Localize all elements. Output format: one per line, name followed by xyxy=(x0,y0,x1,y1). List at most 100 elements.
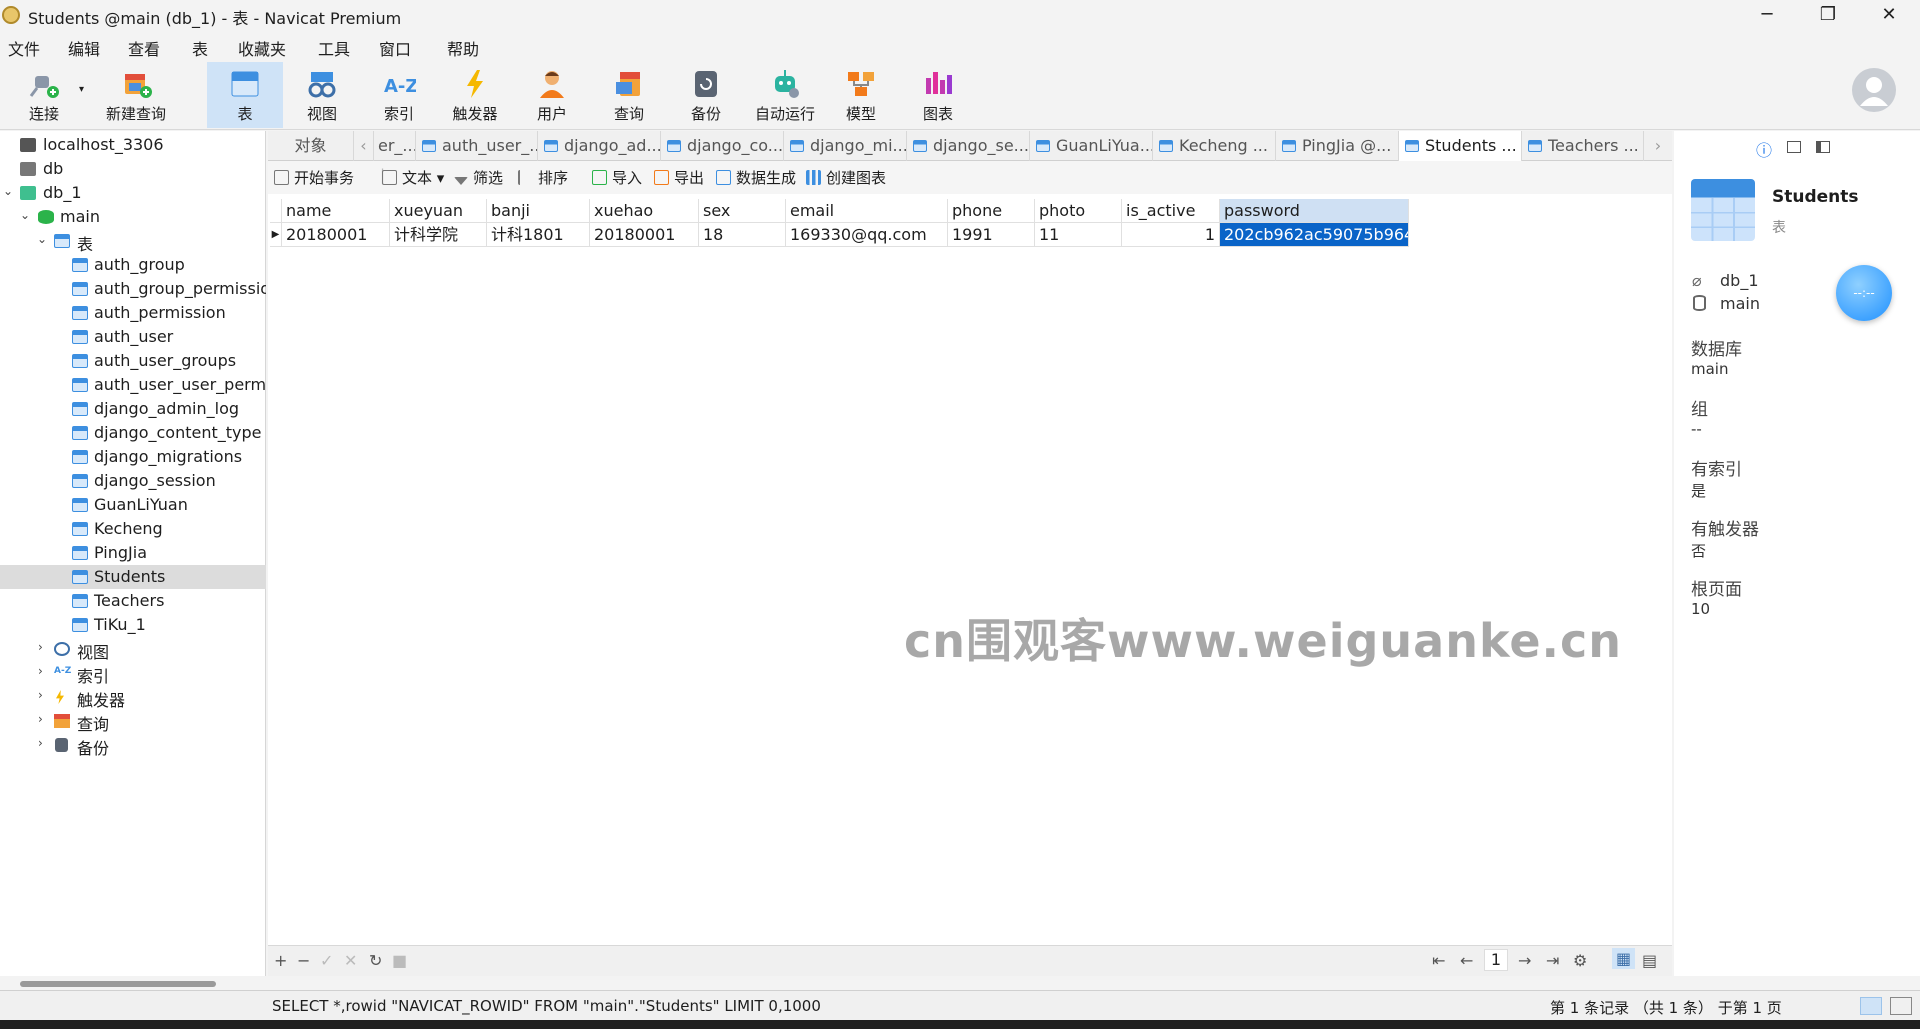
cell-xuehao[interactable]: 20180001 xyxy=(590,223,699,247)
cell-phone[interactable]: 1991 xyxy=(948,223,1035,247)
cell-photo[interactable]: 11 xyxy=(1035,223,1122,247)
chevron-right-icon[interactable]: › xyxy=(38,664,43,678)
toolbar-trigger-button[interactable]: 触发器 xyxy=(437,62,513,128)
text-mode-button[interactable]: 文本 ▾ xyxy=(382,167,444,188)
tree-item-django-session[interactable]: django_session xyxy=(0,469,266,493)
toolbar-view-button[interactable]: 视图 xyxy=(284,62,360,128)
minimize-button[interactable]: ─ xyxy=(1744,0,1790,30)
chevron-down-icon[interactable]: ⌄ xyxy=(37,232,47,246)
column-header-xueyuan[interactable]: xueyuan xyxy=(390,199,487,223)
toolbar-query-button[interactable]: 查询 xyxy=(591,62,667,128)
toolbar-automation-button[interactable]: 自动运行 xyxy=(745,62,825,128)
tree-item-students[interactable]: Students xyxy=(0,565,266,589)
menu-table[interactable]: 表 xyxy=(192,36,208,60)
delete-record-button[interactable]: − xyxy=(297,951,310,970)
tree-item-kecheng[interactable]: Kecheng xyxy=(0,517,266,541)
chevron-down-icon[interactable]: ⌄ xyxy=(20,208,30,222)
toolbar-backup-button[interactable]: 备份 xyxy=(668,62,744,128)
tree-item-views[interactable]: › 视图 xyxy=(0,637,266,661)
info-tab-icon[interactable]: ⓘ xyxy=(1756,137,1772,161)
column-header-is-active[interactable]: is_active xyxy=(1122,199,1220,223)
column-header-email[interactable]: email xyxy=(786,199,948,223)
tree-item-main[interactable]: ⌄ main xyxy=(0,205,266,229)
tab-django-admin[interactable]: django_ad... xyxy=(538,131,661,161)
ddl-tab-icon[interactable] xyxy=(1787,141,1801,153)
toolbar-user-button[interactable]: 用户 xyxy=(514,62,590,128)
tab-scroll-right-icon[interactable]: › xyxy=(1648,131,1668,161)
previous-page-button[interactable]: ← xyxy=(1460,951,1473,970)
sort-button[interactable]: 排序 xyxy=(518,167,568,188)
cell-banji[interactable]: 计科1801 xyxy=(487,223,590,247)
column-header-password[interactable]: password xyxy=(1220,199,1409,223)
column-header-photo[interactable]: photo xyxy=(1035,199,1122,223)
create-chart-button[interactable]: 创建图表 xyxy=(806,167,886,188)
tree-item-auth-permission[interactable]: auth_permission xyxy=(0,301,266,325)
chevron-right-icon[interactable]: › xyxy=(38,712,43,726)
next-page-button[interactable]: → xyxy=(1518,951,1531,970)
tab-students[interactable]: Students ... xyxy=(1399,131,1522,161)
tree-item-auth-group[interactable]: auth_group xyxy=(0,253,266,277)
tree-item-django-migrations[interactable]: django_migrations xyxy=(0,445,266,469)
cell-email[interactable]: 169330@qq.com xyxy=(786,223,948,247)
tab-objects[interactable]: 对象 xyxy=(268,131,354,161)
last-page-button[interactable]: ⇥ xyxy=(1546,951,1559,970)
tree-item-auth-group-permission[interactable]: auth_group_permission xyxy=(0,277,266,301)
column-header-sex[interactable]: sex xyxy=(699,199,786,223)
add-record-button[interactable]: + xyxy=(274,951,287,970)
refresh-button[interactable]: ↻ xyxy=(369,951,382,970)
tab-pingjia[interactable]: PingJia @... xyxy=(1276,131,1399,161)
tree-item-triggers[interactable]: › 触发器 xyxy=(0,685,266,709)
tab-scroll-left-icon[interactable]: ‹ xyxy=(354,131,374,161)
apply-changes-button[interactable]: ✓ xyxy=(320,951,333,970)
chevron-right-icon[interactable]: › xyxy=(38,688,43,702)
tree-item-db[interactable]: db xyxy=(0,157,266,181)
preview-tab-icon[interactable] xyxy=(1816,141,1830,153)
new-query-button[interactable]: 新建查询 xyxy=(92,62,180,128)
chevron-down-icon[interactable]: ⌄ xyxy=(3,184,13,198)
chevron-right-icon[interactable]: › xyxy=(38,736,43,750)
tab-teachers[interactable]: Teachers ... xyxy=(1522,131,1644,161)
column-header-phone[interactable]: phone xyxy=(948,199,1035,223)
toggle-right-panel-icon[interactable] xyxy=(1890,997,1912,1015)
grid-view-button[interactable]: ▦ xyxy=(1612,948,1636,969)
stop-button[interactable]: ■ xyxy=(392,951,407,970)
tree-item-teachers[interactable]: Teachers xyxy=(0,589,266,613)
floating-timer-widget[interactable]: --:-- xyxy=(1836,265,1892,321)
toolbar-model-button[interactable]: 模型 xyxy=(823,62,899,128)
tree-item-tiku-1[interactable]: TiKu_1 xyxy=(0,613,266,637)
data-generation-button[interactable]: 数据生成 xyxy=(716,167,796,188)
tab-kecheng[interactable]: Kecheng ... xyxy=(1153,131,1276,161)
column-header-xuehao[interactable]: xuehao xyxy=(590,199,699,223)
toolbar-table-button[interactable]: 表 xyxy=(207,62,283,128)
settings-icon[interactable]: ⚙ xyxy=(1573,951,1587,970)
cell-xueyuan[interactable]: 计科学院 xyxy=(390,223,487,247)
tree-item-localhost[interactable]: localhost_3306 xyxy=(0,133,266,157)
toolbar-index-button[interactable]: A-Z 索引 xyxy=(361,62,437,128)
column-header-banji[interactable]: banji xyxy=(487,199,590,223)
tab-django-session[interactable]: django_se... xyxy=(907,131,1030,161)
tree-item-guanliyuan[interactable]: GuanLiYuan xyxy=(0,493,266,517)
connect-dropdown-icon[interactable]: ▾ xyxy=(79,84,84,95)
tree-item-auth-user[interactable]: auth_user xyxy=(0,325,266,349)
table-row[interactable]: ▶ 20180001 计科学院 计科1801 20180001 18 16933… xyxy=(270,223,1409,247)
tab-guanliyuan[interactable]: GuanLiYua... xyxy=(1030,131,1153,161)
menu-file[interactable]: 文件 xyxy=(8,36,40,60)
form-view-button[interactable]: ▤ xyxy=(1642,951,1657,970)
tree-item-queries[interactable]: › 查询 xyxy=(0,709,266,733)
menu-view[interactable]: 查看 xyxy=(128,36,160,60)
cell-sex[interactable]: 18 xyxy=(699,223,786,247)
tree-item-backups[interactable]: › 备份 xyxy=(0,733,266,757)
tree-item-django-content-type[interactable]: django_content_type xyxy=(0,421,266,445)
menu-favorites[interactable]: 收藏夹 xyxy=(238,36,286,60)
first-page-button[interactable]: ⇤ xyxy=(1432,951,1445,970)
tab-django-migrations[interactable]: django_mi... xyxy=(784,131,907,161)
tab-truncated[interactable]: er_... xyxy=(374,131,416,161)
sidebar-scrollbar[interactable] xyxy=(20,981,216,987)
maximize-button[interactable]: ❐ xyxy=(1805,0,1851,30)
chevron-right-icon[interactable]: › xyxy=(38,640,43,654)
tree-item-pingjia[interactable]: PingJia xyxy=(0,541,266,565)
menu-edit[interactable]: 编辑 xyxy=(68,36,100,60)
tree-item-auth-user-groups[interactable]: auth_user_groups xyxy=(0,349,266,373)
export-button[interactable]: 导出 xyxy=(654,167,704,188)
column-header-name[interactable]: name xyxy=(282,199,390,223)
